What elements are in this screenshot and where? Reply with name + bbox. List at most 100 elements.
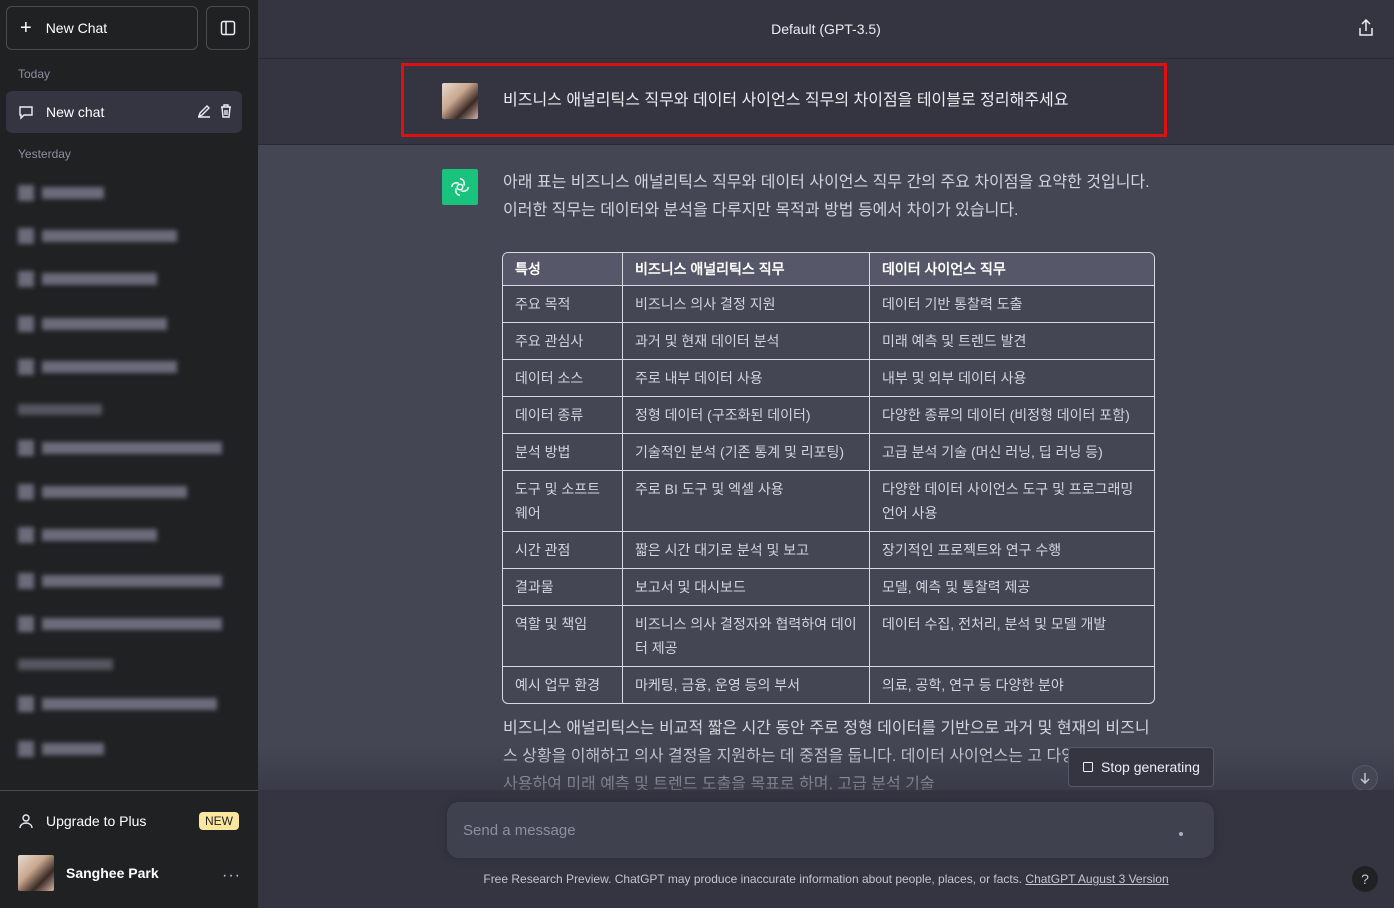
table-cell: 다양한 종류의 데이터 (비정형 데이터 포함)	[870, 397, 1154, 434]
table-cell: 주요 관심사	[503, 323, 623, 360]
table-cell: 내부 및 외부 데이터 사용	[870, 360, 1154, 397]
table-row: 도구 및 소프트웨어 주로 BI 도구 및 엑셀 사용 다양한 데이터 사이언스 도…	[503, 471, 1154, 532]
table-cell: 마케팅, 금융, 운영 등의 부서	[623, 667, 870, 703]
user-icon	[18, 813, 34, 829]
message-composer[interactable]	[447, 802, 1214, 858]
sidebar-toggle-button[interactable]	[206, 6, 250, 50]
assistant-intro-text: 아래 표는 비즈니스 애널리틱스 직무와 데이터 사이언스 직무 간의 주요 차…	[503, 174, 1150, 219]
section-label-yesterday: Yesterday	[18, 147, 71, 161]
chat-item-blurred[interactable]	[18, 741, 104, 757]
sidebar-toggle-icon	[220, 20, 236, 36]
section-label-blurred	[18, 659, 113, 670]
table-cell: 데이터 수집, 전처리, 분석 및 모델 개발	[870, 606, 1154, 667]
table-cell: 분석 방법	[503, 434, 623, 471]
share-icon[interactable]	[1358, 19, 1374, 37]
scroll-down-button[interactable]	[1352, 765, 1378, 791]
table-cell: 의료, 공학, 연구 등 다양한 분야	[882, 677, 1064, 693]
chat-item-blurred[interactable]	[18, 185, 104, 201]
table-row: 역할 및 책임 비즈니스 의사 결정자와 협력하여 데이터 제공 데이터 수집, 전…	[503, 606, 1154, 667]
table-cell: 데이터 소스	[503, 360, 623, 397]
table-cell: 주로 BI 도구 및 엑셀 사용	[623, 471, 870, 532]
table-cell: 결과물	[503, 569, 623, 606]
table-row: 결과물 보고서 및 대시보드 모델, 예측 및 통찰력 제공	[503, 569, 1154, 606]
chat-bubble-icon	[18, 104, 34, 120]
table-row: 데이터 종류 정형 데이터 (구조화된 데이터) 다양한 종류의 데이터 (비정형 …	[503, 397, 1154, 434]
table-cell: 고급 분석 기술 (머신 러닝, 딥 러닝 등)	[870, 434, 1154, 471]
chat-item-blurred[interactable]	[18, 527, 157, 543]
more-options-icon[interactable]: ···	[222, 867, 241, 885]
table-header-cell: 비즈니스 애널리틱스 직무	[623, 253, 870, 286]
composer-area: Free Research Preview. ChatGPT may produ…	[258, 790, 1394, 908]
chat-item-blurred[interactable]	[18, 228, 177, 244]
disclaimer: Free Research Preview. ChatGPT may produ…	[258, 872, 1394, 886]
table-cell: 데이터 종류	[503, 397, 623, 434]
table-cell: 미래 예측 및 트렌드 발견	[870, 323, 1154, 360]
avatar	[442, 83, 478, 119]
message-input[interactable]	[463, 818, 1143, 842]
chat-item-blurred[interactable]	[18, 484, 187, 500]
chat-item-blurred[interactable]	[18, 440, 222, 456]
loading-dot-icon	[1179, 832, 1183, 836]
table-header-row: 특성 비즈니스 애널리틱스 직무 데이터 사이언스 직무	[503, 253, 1154, 286]
version-link[interactable]: ChatGPT August 3 Version	[1025, 872, 1168, 886]
chat-item-blurred[interactable]	[18, 616, 222, 632]
delete-icon[interactable]	[218, 103, 234, 119]
chat-item-active[interactable]: New chat	[6, 91, 242, 133]
table-cell: 시간 관점	[503, 532, 623, 569]
arrow-down-icon	[1360, 773, 1370, 784]
table-header-cell: 데이터 사이언스 직무	[870, 253, 1154, 286]
table-cell: 주요 목적	[503, 286, 623, 323]
table-row: 시간 관점 짧은 시간 대기로 분석 및 보고 장기적인 프로젝트와 연구 수행	[503, 532, 1154, 569]
table-cell: 데이터 기반 통찰력 도출	[870, 286, 1154, 323]
chatgpt-logo-icon	[442, 169, 478, 205]
comparison-table: 특성 비즈니스 애널리틱스 직무 데이터 사이언스 직무 주요 목적 비즈니스 의…	[502, 252, 1155, 704]
disclaimer-text: Free Research Preview. ChatGPT may produ…	[483, 872, 1026, 886]
user-name: Sanghee Park	[66, 865, 159, 881]
table-cell: 장기적인 프로젝트와 연구 수행	[870, 532, 1154, 569]
table-cell: 주로 내부 데이터 사용	[623, 360, 870, 397]
table-row: 주요 관심사 과거 및 현재 데이터 분석 미래 예측 및 트렌드 발견	[503, 323, 1154, 360]
user-profile[interactable]: Sanghee Park	[18, 855, 159, 891]
upgrade-to-plus-button[interactable]: Upgrade to Plus	[18, 813, 146, 829]
sidebar: + New Chat Today New chat Yesterday Upgr…	[0, 0, 258, 908]
chat-item-blurred[interactable]	[18, 271, 157, 287]
top-bar: Default (GPT-3.5)	[258, 0, 1394, 59]
table-cell: 과거 및 현재 데이터 분석	[623, 323, 870, 360]
chat-item-blurred[interactable]	[18, 316, 167, 332]
section-label-today: Today	[18, 67, 51, 81]
table-header-cell: 특성	[503, 253, 623, 286]
table-cell: 예시 업무 환경	[503, 667, 623, 703]
chat-item-blurred[interactable]	[18, 573, 222, 589]
table-cell: 역할 및 책임	[503, 606, 623, 667]
stop-icon	[1083, 762, 1093, 772]
table-cell: 도구 및 소프트웨어	[503, 471, 623, 532]
new-chat-label: New Chat	[45, 20, 108, 36]
table-cell: 짧은 시간 대기로 분석 및 보고	[623, 532, 870, 569]
table-cell: 비즈니스 의사 결정자와 협력하여 데이터 제공	[623, 606, 870, 667]
help-button[interactable]: ?	[1352, 866, 1378, 892]
table-cell: 정형 데이터 (구조화된 데이터)	[623, 397, 870, 434]
user-message-text: 비즈니스 애널리틱스 직무와 데이터 사이언스 직무의 차이점을 테이블로 정리…	[503, 92, 1069, 109]
sidebar-footer: Upgrade to Plus NEW Sanghee Park ···	[0, 790, 258, 908]
table-cell: 기술적인 분석 (기존 통계 및 리포팅)	[623, 434, 870, 471]
table-row: 예시 업무 환경 마케팅, 금융, 운영 등의 부서 의료, 공학, 연구 등 다양…	[503, 667, 1154, 703]
table-cell: 모델, 예측 및 통찰력 제공	[870, 569, 1154, 606]
main-area: Default (GPT-3.5) 비즈니스 애널리틱스 직무와 데이터 사이언…	[258, 0, 1394, 908]
upgrade-label: Upgrade to Plus	[46, 813, 147, 829]
plus-icon: +	[20, 17, 32, 39]
table-row: 데이터 소스 주로 내부 데이터 사용 내부 및 외부 데이터 사용	[503, 360, 1154, 397]
chat-item-label: New chat	[46, 104, 105, 120]
stop-generating-button[interactable]: Stop generating	[1068, 747, 1214, 787]
new-chat-button[interactable]: + New Chat	[6, 6, 198, 50]
user-message: 비즈니스 애널리틱스 직무와 데이터 사이언스 직무의 차이점을 테이블로 정리…	[258, 59, 1394, 145]
table-cell: 다양한 데이터 사이언스 도구 및 프로그래밍 언어 사용	[870, 471, 1154, 532]
stop-generating-label: Stop generating	[1101, 759, 1200, 775]
new-badge: NEW	[199, 812, 239, 830]
chat-item-blurred[interactable]	[18, 696, 217, 712]
table-cell: 보고서 및 대시보드	[623, 569, 870, 606]
table-cell: 비즈니스 의사 결정 지원	[623, 286, 870, 323]
section-label-blurred	[18, 404, 102, 415]
edit-icon[interactable]	[196, 103, 212, 119]
avatar	[18, 855, 54, 891]
chat-item-blurred[interactable]	[18, 359, 177, 375]
